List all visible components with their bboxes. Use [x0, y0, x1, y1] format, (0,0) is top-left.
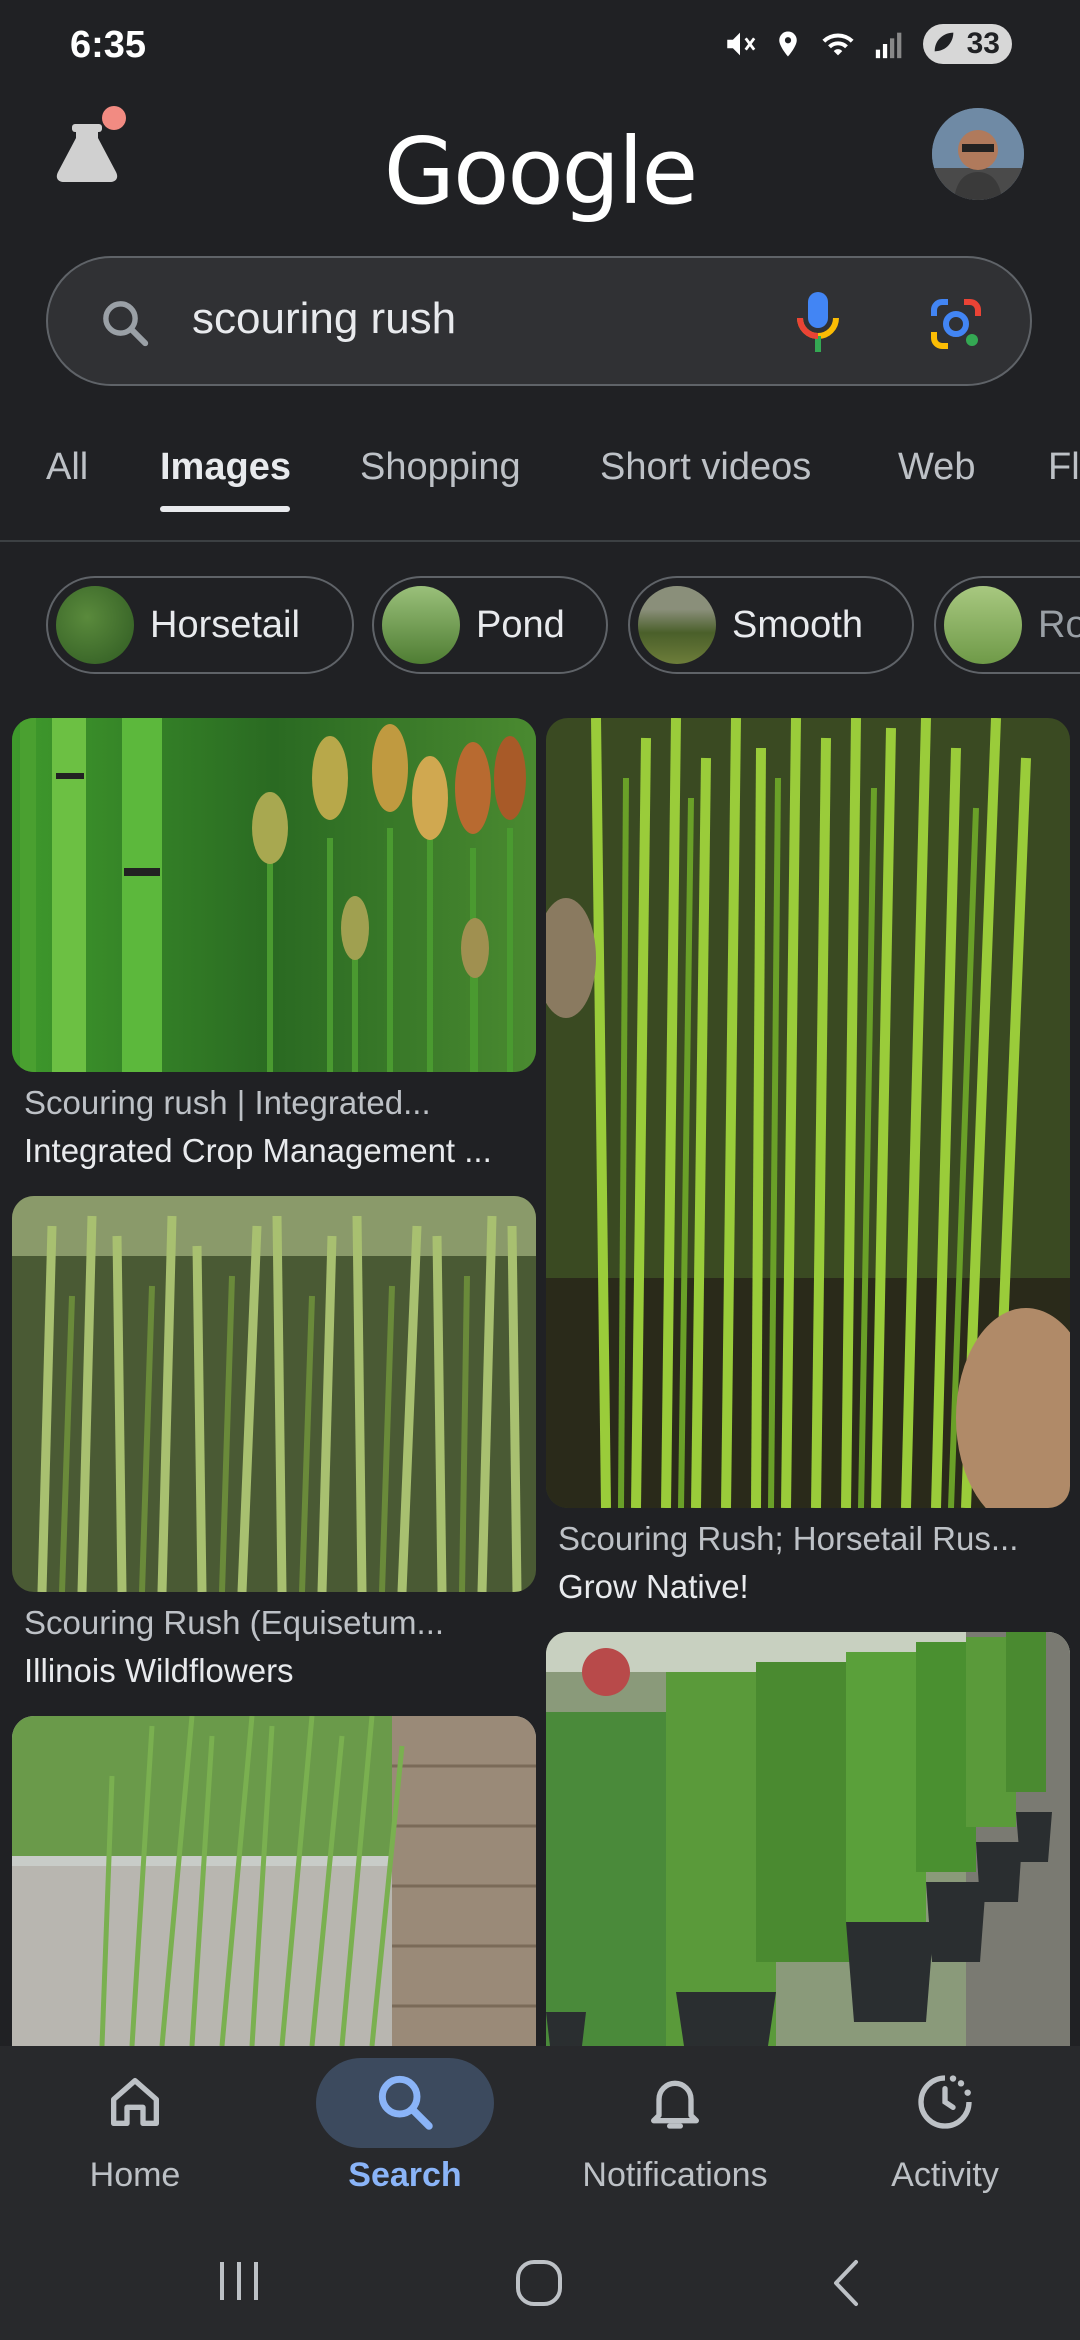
result-source[interactable]: Illinois Wildflowers	[24, 1652, 294, 1690]
lens-camera-icon[interactable]	[928, 296, 984, 352]
result-title[interactable]: Scouring Rush; Horsetail Rus...	[558, 1520, 1018, 1558]
chip-thumbnail	[56, 586, 134, 664]
activity-history-icon	[918, 2075, 972, 2129]
chip-thumbnail	[638, 586, 716, 664]
tab-flights[interactable]: Fl	[1048, 446, 1080, 489]
nav-home-label: Home	[89, 2156, 181, 2194]
chip-horsetail[interactable]: Horsetail	[46, 576, 354, 674]
refinement-chips: Horsetail Pond Smooth Ro	[0, 576, 1080, 678]
chip-label: Smooth	[732, 603, 863, 646]
search-tabs: All Images Shopping Short videos Web Fl	[0, 440, 1080, 542]
search-icon[interactable]	[98, 296, 152, 350]
bell-icon	[651, 2080, 699, 2129]
back-icon[interactable]	[826, 2258, 866, 2308]
result-image[interactable]	[546, 718, 1070, 1508]
status-icons: 33	[723, 24, 1012, 64]
tab-all[interactable]: All	[46, 446, 88, 489]
search-bar[interactable]: scouring rush	[46, 256, 1032, 386]
system-navigation-bar	[0, 2220, 1080, 2340]
horsetail-clump-photo	[546, 718, 1070, 1508]
location-icon	[778, 31, 797, 57]
result-title[interactable]: Scouring Rush (Equisetum...	[24, 1604, 444, 1642]
search-input[interactable]: scouring rush	[192, 294, 456, 344]
result-image[interactable]	[12, 1716, 536, 2046]
chip-smooth[interactable]: Smooth	[628, 576, 914, 674]
result-source[interactable]: Integrated Crop Management ...	[24, 1132, 492, 1170]
mute-icon	[726, 32, 755, 56]
nav-home[interactable]: Home	[0, 2046, 270, 2220]
recent-apps-icon[interactable]	[214, 2258, 264, 2304]
chip-label: Pond	[476, 603, 565, 646]
battery-saver-icon	[934, 32, 953, 52]
avatar[interactable]	[932, 108, 1024, 200]
horsetail-stand-photo	[12, 1196, 536, 1592]
wifi-icon	[822, 33, 854, 56]
nav-notifications[interactable]: Notifications	[540, 2046, 810, 2220]
potted-horsetail-photo	[546, 1632, 1070, 2046]
active-tab-indicator	[160, 506, 290, 512]
battery-indicator: 33	[922, 24, 1012, 64]
battery-level: 33	[966, 27, 1000, 60]
tab-short-videos[interactable]: Short videos	[600, 446, 811, 489]
chip-thumbnail	[944, 586, 1022, 664]
tab-images[interactable]: Images	[160, 446, 291, 489]
status-time: 6:35	[70, 24, 147, 66]
chip-thumbnail	[382, 586, 460, 664]
chip-pond[interactable]: Pond	[372, 576, 608, 674]
chip-label: Horsetail	[150, 603, 300, 646]
google-logo: Google	[383, 118, 698, 225]
status-bar: 6:35 33	[0, 0, 1080, 96]
nav-activity-label: Activity	[891, 2156, 999, 2194]
horsetail-cones-photo	[12, 718, 536, 1072]
result-source[interactable]: Grow Native!	[558, 1568, 749, 1606]
result-image[interactable]	[12, 1196, 536, 1592]
result-image[interactable]	[546, 1632, 1070, 2046]
home-icon	[111, 2078, 159, 2126]
nav-notifications-label: Notifications	[582, 2156, 768, 2194]
chip-rough[interactable]: Ro	[934, 576, 1080, 674]
result-image[interactable]	[12, 718, 536, 1072]
bottom-navigation: Home Search Notifications Activity	[0, 2046, 1080, 2220]
result-title[interactable]: Scouring rush | Integrated...	[24, 1084, 431, 1122]
nav-activity[interactable]: Activity	[810, 2046, 1080, 2220]
home-circle-icon[interactable]	[514, 2258, 564, 2308]
tab-web[interactable]: Web	[898, 446, 975, 489]
nav-search-label: Search	[348, 2156, 462, 2194]
chip-label: Ro	[1038, 603, 1080, 646]
nav-search[interactable]: Search	[270, 2046, 540, 2220]
search-icon	[378, 2075, 433, 2130]
horsetail-wall-photo	[12, 1716, 536, 2046]
signal-icon	[875, 32, 901, 59]
microphone-icon[interactable]	[796, 290, 840, 354]
tab-shopping[interactable]: Shopping	[360, 446, 521, 489]
